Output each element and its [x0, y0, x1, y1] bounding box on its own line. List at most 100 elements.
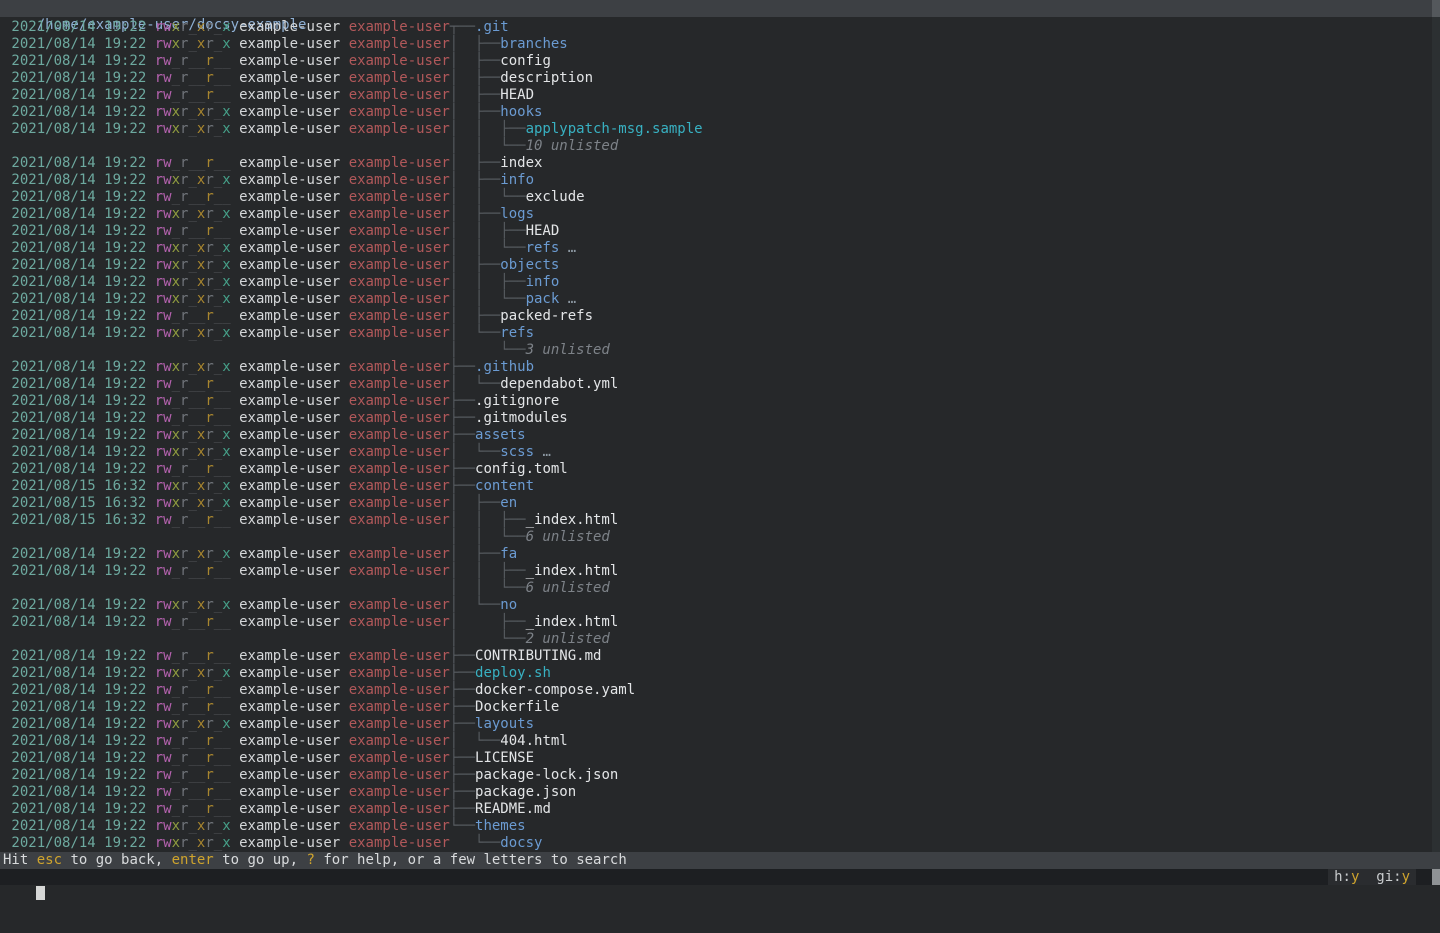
- entry-group: example-user: [349, 563, 450, 579]
- tree-row-gitmodules[interactable]: 2021/08/14 19:22 rw_r__r__ example-user …: [3, 410, 1432, 427]
- tree-row-assets[interactable]: 2021/08/14 19:22 rwxr_xr_x example-user …: [3, 427, 1432, 444]
- tree-row-config-toml[interactable]: 2021/08/14 19:22 rw_r__r__ example-user …: [3, 461, 1432, 478]
- tree-row-hooks[interactable]: 2021/08/14 19:22 rwxr_xr_x example-user …: [3, 104, 1432, 121]
- entry-permissions: rw_r__r__: [155, 376, 231, 392]
- entry-permissions: rw_r__r__: [155, 699, 231, 715]
- entry-meta: 2021/08/14 19:22 rw_r__r__ example-user …: [3, 563, 450, 580]
- tree-row-gitignore[interactable]: 2021/08/14 19:22 rw_r__r__ example-user …: [3, 393, 1432, 410]
- tree-row-themes[interactable]: 2021/08/14 19:22 rwxr_xr_x example-user …: [3, 818, 1432, 835]
- entry-permissions: rwxr_xr_x: [155, 36, 231, 52]
- search-input-bar[interactable]: h:y gi:y: [0, 869, 1432, 885]
- tree-row-github[interactable]: 2021/08/14 19:22 rwxr_xr_x example-user …: [3, 359, 1432, 376]
- tree-row-head[interactable]: 2021/08/14 19:22 rw_r__r__ example-user …: [3, 87, 1432, 104]
- tree-row-refs[interactable]: 2021/08/14 19:22 rwxr_xr_x example-user …: [3, 240, 1432, 257]
- tree-row-fa[interactable]: 2021/08/14 19:22 rwxr_xr_x example-user …: [3, 546, 1432, 563]
- tree-row-head[interactable]: 2021/08/14 19:22 rw_r__r__ example-user …: [3, 223, 1432, 240]
- directory-name: fa: [500, 546, 517, 562]
- scrollbar-thumb[interactable]: [1432, 0, 1440, 17]
- entry-owner: example-user: [239, 376, 340, 392]
- tree-row-refs[interactable]: 2021/08/14 19:22 rwxr_xr_x example-user …: [3, 325, 1432, 342]
- entry-permissions: rw_r__r__: [155, 223, 231, 239]
- entry-group: example-user: [349, 784, 450, 800]
- entry-owner: example-user: [239, 410, 340, 426]
- tree-row-docker-compose-yaml[interactable]: 2021/08/14 19:22 rw_r__r__ example-user …: [3, 682, 1432, 699]
- entry-permissions: rw_r__r__: [155, 801, 231, 817]
- flag-value: y: [1402, 869, 1410, 885]
- file-name: packed-refs: [500, 308, 593, 324]
- entry-permissions: rwxr_xr_x: [155, 104, 231, 120]
- tree-row-exclude[interactable]: 2021/08/14 19:22 rw_r__r__ example-user …: [3, 189, 1432, 206]
- entry-group: example-user: [349, 308, 450, 324]
- tree-row-docsy[interactable]: 2021/08/14 19:22 rwxr_xr_x example-user …: [3, 835, 1432, 852]
- tree-row-branches[interactable]: 2021/08/14 19:22 rwxr_xr_x example-user …: [3, 36, 1432, 53]
- directory-name: themes: [475, 818, 526, 834]
- entry-group: example-user: [349, 359, 450, 375]
- file-name: applypatch-msg.sample: [526, 121, 703, 137]
- entry-permissions: rwxr_xr_x: [155, 206, 231, 222]
- unlisted-count: 2 unlisted: [526, 631, 610, 647]
- tree-row-deploy-sh[interactable]: 2021/08/14 19:22 rwxr_xr_x example-user …: [3, 665, 1432, 682]
- tree-branch-lines: ├──: [450, 665, 475, 681]
- tree-row-dependabot-yml[interactable]: 2021/08/14 19:22 rw_r__r__ example-user …: [3, 376, 1432, 393]
- file-name: README.md: [475, 801, 551, 817]
- entry-date: 2021/08/14 19:22: [3, 257, 155, 273]
- tree-row-scss[interactable]: 2021/08/14 19:22 rwxr_xr_x example-user …: [3, 444, 1432, 461]
- tree-row-index-html[interactable]: 2021/08/15 16:32 rw_r__r__ example-user …: [3, 512, 1432, 529]
- entry-date: 2021/08/14 19:22: [3, 53, 155, 69]
- file-name: deploy.sh: [475, 665, 551, 681]
- tree-row-logs[interactable]: 2021/08/14 19:22 rwxr_xr_x example-user …: [3, 206, 1432, 223]
- tree-row-license[interactable]: 2021/08/14 19:22 rw_r__r__ example-user …: [3, 750, 1432, 767]
- tree-row-description[interactable]: 2021/08/14 19:22 rw_r__r__ example-user …: [3, 70, 1432, 87]
- entry-meta: 2021/08/14 19:22 rwxr_xr_x example-user …: [3, 172, 450, 189]
- entry-owner: example-user: [239, 818, 340, 834]
- entry-owner: example-user: [239, 665, 340, 681]
- tree-row-config[interactable]: 2021/08/14 19:22 rw_r__r__ example-user …: [3, 53, 1432, 70]
- entry-date: 2021/08/14 19:22: [3, 325, 155, 341]
- tree-row-info[interactable]: 2021/08/14 19:22 rwxr_xr_x example-user …: [3, 274, 1432, 291]
- tree-branch-lines: │ └──: [450, 597, 501, 613]
- tree-branch-lines: │ │ └──: [450, 138, 526, 154]
- tree-row-index[interactable]: 2021/08/14 19:22 rw_r__r__ example-user …: [3, 155, 1432, 172]
- scrollbar-track[interactable]: [1432, 17, 1440, 852]
- tree-row-en[interactable]: 2021/08/15 16:32 rwxr_xr_x example-user …: [3, 495, 1432, 512]
- entry-group: example-user: [349, 682, 450, 698]
- tree-row-index-html[interactable]: 2021/08/14 19:22 rw_r__r__ example-user …: [3, 614, 1432, 631]
- entry-date: 2021/08/14 19:22: [3, 665, 155, 681]
- tree-branch-lines: │ │ └──: [450, 240, 526, 256]
- tree-row-readme-md[interactable]: 2021/08/14 19:22 rw_r__r__ example-user …: [3, 801, 1432, 818]
- tree-row-no[interactable]: 2021/08/14 19:22 rwxr_xr_x example-user …: [3, 597, 1432, 614]
- entry-date: 2021/08/14 19:22: [3, 614, 155, 630]
- tree-row-package-json[interactable]: 2021/08/14 19:22 rw_r__r__ example-user …: [3, 784, 1432, 801]
- tree-row-404-html[interactable]: 2021/08/14 19:22 rw_r__r__ example-user …: [3, 733, 1432, 750]
- collapsed-ellipsis: …: [559, 240, 576, 256]
- entry-meta: 2021/08/15 16:32 rwxr_xr_x example-user …: [3, 495, 450, 512]
- tree-row-package-lock-json[interactable]: 2021/08/14 19:22 rw_r__r__ example-user …: [3, 767, 1432, 784]
- tree-branch-lines: ┬──: [450, 19, 475, 35]
- tree-row-info[interactable]: 2021/08/14 19:22 rwxr_xr_x example-user …: [3, 172, 1432, 189]
- entry-permissions: rw_r__r__: [155, 750, 231, 766]
- entry-meta: 2021/08/14 19:22 rwxr_xr_x example-user …: [3, 427, 450, 444]
- tree-row-git[interactable]: 2021/08/14 19:22 rwxr_xr_x example-user …: [3, 19, 1432, 36]
- tree-row-content[interactable]: 2021/08/15 16:32 rwxr_xr_x example-user …: [3, 478, 1432, 495]
- tree-row-layouts[interactable]: 2021/08/14 19:22 rwxr_xr_x example-user …: [3, 716, 1432, 733]
- tree-row-packed-refs[interactable]: 2021/08/14 19:22 rw_r__r__ example-user …: [3, 308, 1432, 325]
- flag-label: h:: [1334, 869, 1351, 885]
- tree-row-applypatch-msg-sample[interactable]: 2021/08/14 19:22 rwxr_xr_x example-user …: [3, 121, 1432, 138]
- entry-group: example-user: [349, 801, 450, 817]
- tree-row-index-html[interactable]: 2021/08/14 19:22 rw_r__r__ example-user …: [3, 563, 1432, 580]
- tree-row-pack[interactable]: 2021/08/14 19:22 rwxr_xr_x example-user …: [3, 291, 1432, 308]
- tree-row-objects[interactable]: 2021/08/14 19:22 rwxr_xr_x example-user …: [3, 257, 1432, 274]
- status-text: to go back,: [62, 852, 172, 868]
- tree-row-contributing-md[interactable]: 2021/08/14 19:22 rw_r__r__ example-user …: [3, 648, 1432, 665]
- entry-group: example-user: [349, 495, 450, 511]
- file-name: .gitmodules: [475, 410, 568, 426]
- entry-date: 2021/08/14 19:22: [3, 427, 155, 443]
- tree-branch-lines: ├──: [450, 801, 475, 817]
- tree-row-dockerfile[interactable]: 2021/08/14 19:22 rw_r__r__ example-user …: [3, 699, 1432, 716]
- tree-branch-lines: │ │ └──: [450, 580, 526, 596]
- entry-owner: example-user: [239, 155, 340, 171]
- entry-date: 2021/08/15 16:32: [3, 495, 155, 511]
- entry-permissions: rwxr_xr_x: [155, 274, 231, 290]
- file-name: config.toml: [475, 461, 568, 477]
- tree-branch-lines: ├──: [450, 410, 475, 426]
